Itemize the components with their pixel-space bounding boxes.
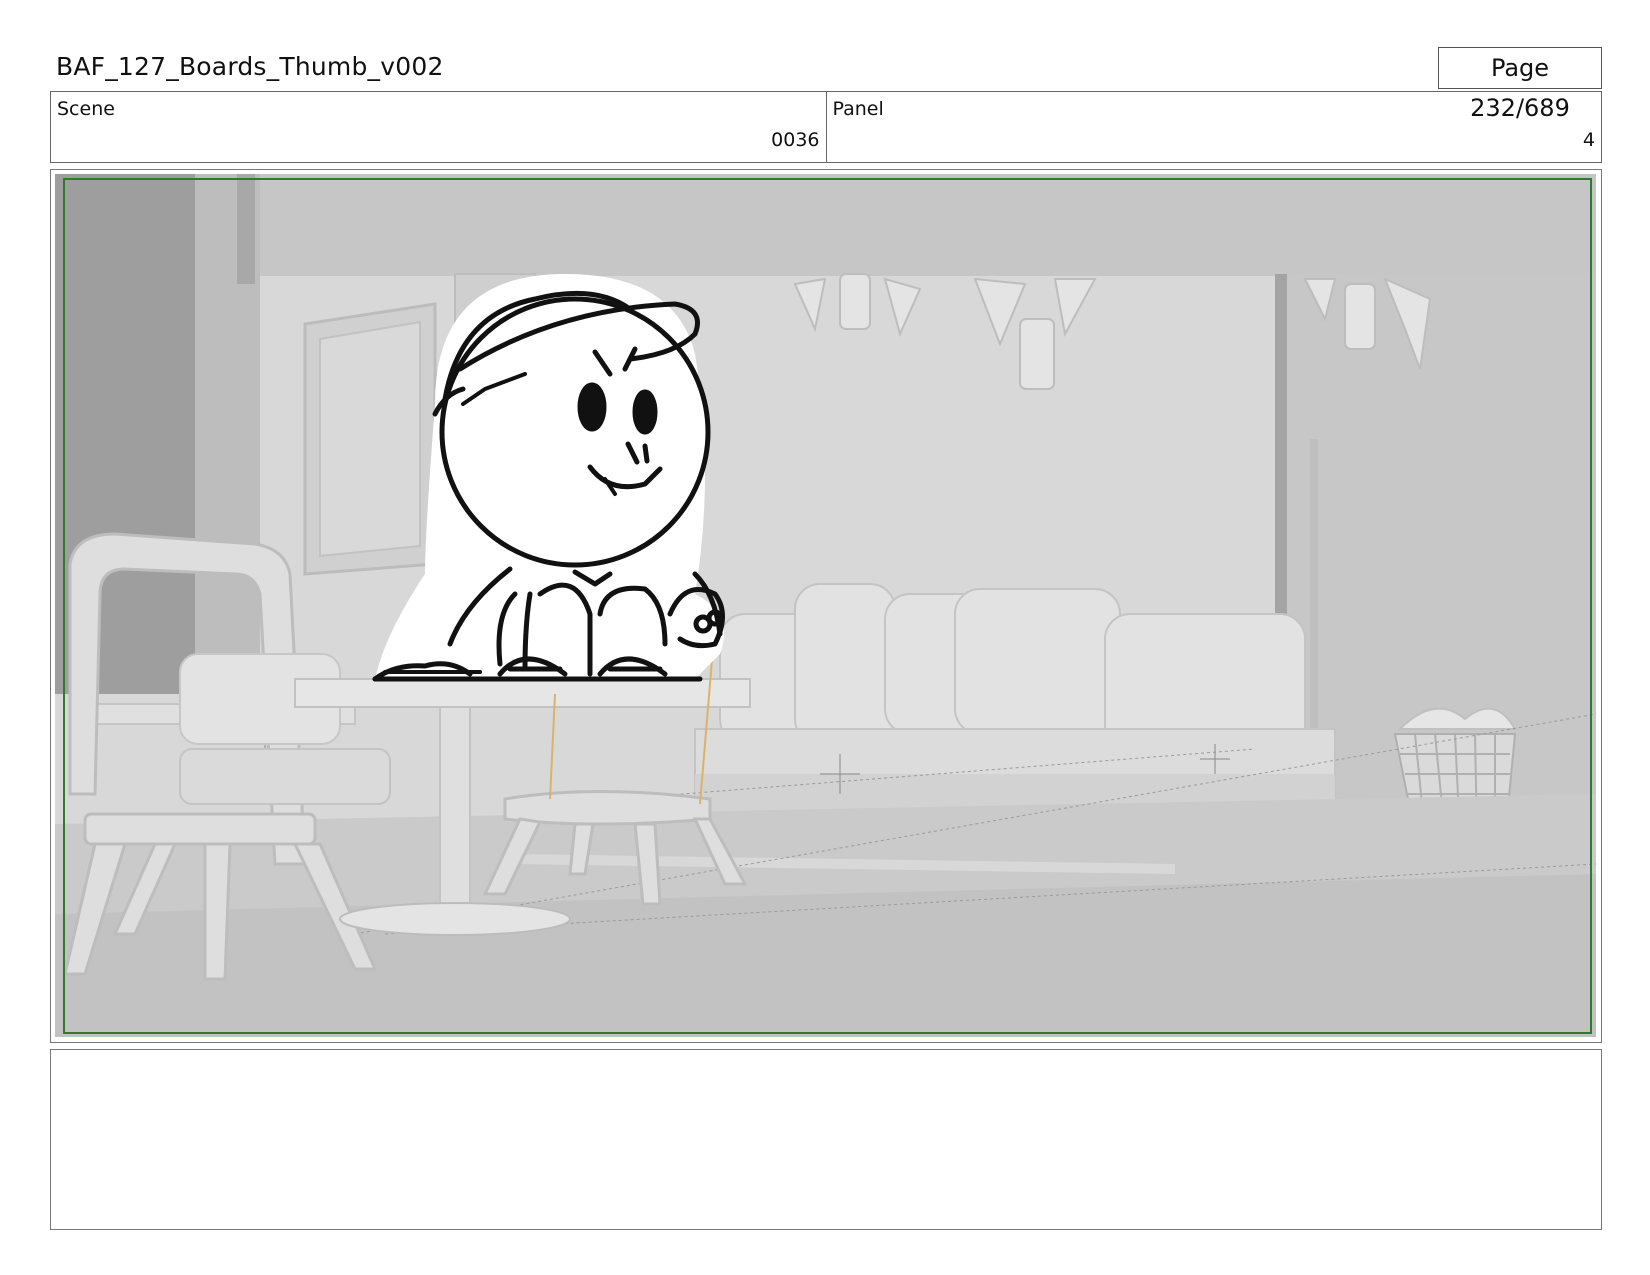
panel-label: Panel <box>832 98 884 120</box>
notes-area <box>50 1049 1602 1230</box>
scene-cell: Scene 0036 <box>51 92 826 162</box>
scene-render <box>55 174 1596 1037</box>
panel-cell: Panel 4 <box>825 92 1602 162</box>
document-title: BAF_127_Boards_Thumb_v002 <box>56 52 444 81</box>
page-number: Page 232/689 <box>1438 47 1602 122</box>
scene-label: Scene <box>57 98 115 120</box>
storyboard-frame <box>50 169 1602 1043</box>
panel-image <box>55 174 1596 1037</box>
scene-panel-header: Scene 0036 Panel 4 <box>50 91 1602 163</box>
panel-number: 4 <box>1582 129 1595 151</box>
scene-number: 0036 <box>771 129 820 151</box>
